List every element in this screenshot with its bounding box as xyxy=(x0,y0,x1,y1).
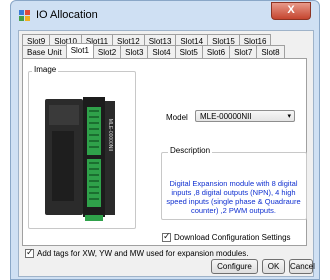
tab-slot2[interactable]: Slot2 xyxy=(92,45,122,58)
tab-row-lower: Base Unit Slot1 Slot2 Slot3 Slot4 Slot5 Slot6 S… xyxy=(22,43,285,58)
window-title: IO Allocation xyxy=(36,9,98,21)
tab-slot4[interactable]: Slot4 xyxy=(147,45,176,58)
download-settings-label: Download Configuration Settings xyxy=(174,233,291,242)
configure-button[interactable]: Configure xyxy=(211,259,258,274)
title-bar: IO Allocation X xyxy=(11,1,319,31)
dialog-client-area: Slot9 Slot10 Slot11 Slot12 Slot13 Slot14 Slot1… xyxy=(18,30,315,277)
tab-slot1[interactable]: Slot1 xyxy=(65,43,94,58)
download-settings-checkbox[interactable]: ✓ xyxy=(162,231,171,242)
close-button[interactable]: X xyxy=(271,2,311,20)
tab-slot3[interactable]: Slot3 xyxy=(120,45,149,58)
tab-base-unit[interactable]: Base Unit xyxy=(22,45,67,58)
device-side-label: MLE-00000NII xyxy=(107,119,113,151)
model-label: Model xyxy=(166,113,188,122)
add-tags-checkbox[interactable]: ✓ xyxy=(25,247,34,258)
tab-slot7[interactable]: Slot7 xyxy=(229,45,258,58)
chevron-down-icon: ▾ xyxy=(287,113,291,120)
add-tags-label: Add tags for XW, YW and MW used for expa… xyxy=(37,249,249,258)
expansion-module-image: MLE-00000NII xyxy=(45,97,115,221)
tab-slot6[interactable]: Slot6 xyxy=(201,45,231,58)
model-select-value: MLE-00000NII xyxy=(200,112,252,121)
tab-slot5[interactable]: Slot5 xyxy=(174,45,203,58)
tab-panel-slot1: Image MLE-00000NII Model MLE-00000NII ▾ … xyxy=(22,58,307,246)
description-group-label: Description xyxy=(168,146,213,155)
model-select[interactable]: MLE-00000NII ▾ xyxy=(195,110,295,122)
io-allocation-window: IO Allocation X Slot9 Slot10 Slot11 Slot12 S… xyxy=(10,0,320,280)
cancel-button[interactable]: Cancel xyxy=(289,259,315,274)
ok-button[interactable]: OK xyxy=(262,259,285,274)
checkmark-icon: ✓ xyxy=(163,231,171,241)
tab-slot8[interactable]: Slot8 xyxy=(256,45,285,58)
image-group-label: Image xyxy=(32,65,59,74)
description-text: Digital Expansion module with 8 digital … xyxy=(166,179,301,215)
checkmark-icon: ✓ xyxy=(26,247,34,257)
app-icon xyxy=(19,10,30,21)
